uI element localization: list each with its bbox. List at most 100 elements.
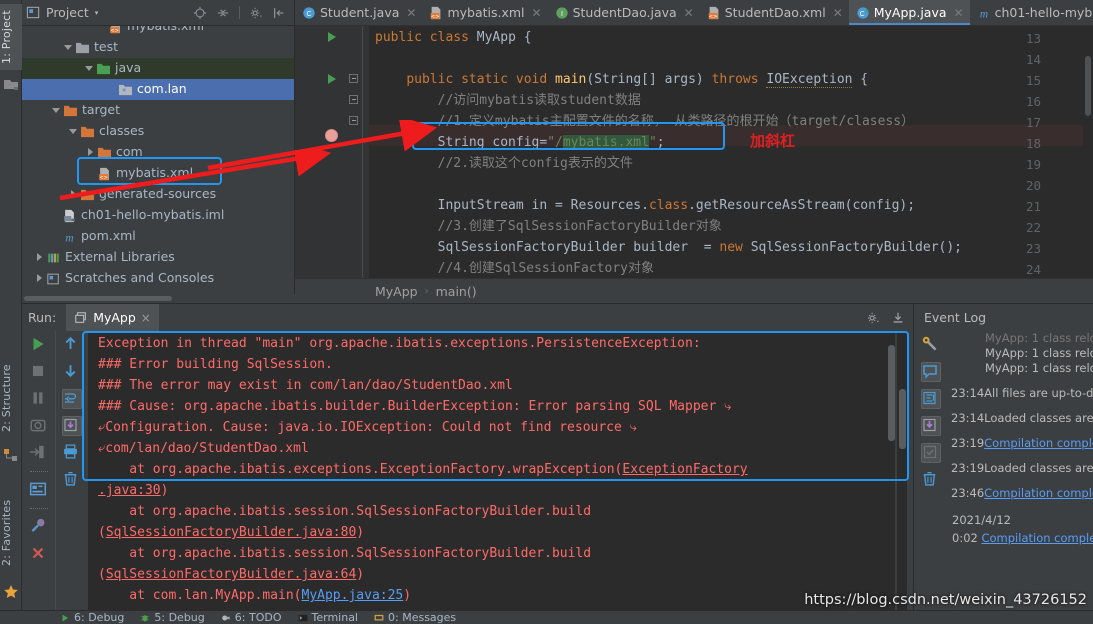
close-icon[interactable]: ✕ (406, 6, 416, 20)
editor-tab-mybatis-xml[interactable]: <> mybatis.xml ✕ (422, 0, 547, 25)
event-log-scrollbar-thumb[interactable] (888, 345, 895, 441)
close-icon[interactable]: ✕ (684, 6, 694, 20)
tree-item-scratches[interactable]: Scratches and Consoles (22, 268, 294, 289)
gear-icon[interactable] (249, 6, 263, 20)
editor-vscrollbar[interactable] (1083, 26, 1093, 278)
editor-tab-studentdao-java[interactable]: I StudentDao.java ✕ (548, 0, 700, 25)
sidebar-tab-project-label: 1: Project (0, 10, 13, 64)
settings-wrench-icon[interactable] (921, 335, 941, 355)
breakpoint-icon[interactable] (325, 129, 338, 142)
close-icon[interactable]: ✕ (954, 6, 964, 20)
status-item-debug-run[interactable]: 6: Debug (60, 611, 124, 624)
fold-marker-icon[interactable] (349, 95, 358, 104)
sidebar-tab-project[interactable]: 1: Project (0, 4, 22, 70)
stacktrace-link[interactable]: .java:30 (98, 483, 161, 498)
chevron-down-icon[interactable] (68, 126, 79, 137)
pause-icon[interactable] (29, 389, 49, 409)
editor-tab-studentdao-xml[interactable]: <> StudentDao.xml ✕ (700, 0, 849, 25)
stacktrace-link[interactable]: SqlSessionFactoryBuilder.java:64 (106, 567, 356, 582)
run-gutter-icon[interactable] (328, 74, 336, 84)
editor-tab-ch01-hello-mybatis[interactable]: m ch01-hello-mybatis ✕ (970, 0, 1093, 25)
interface-i-icon: I (555, 6, 568, 19)
sidebar-tab-structure[interactable]: 2: Structure (0, 355, 22, 441)
tree-item-com-lan[interactable]: com.lan (22, 79, 294, 100)
scroll-down-icon[interactable] (62, 362, 82, 382)
event-log-link[interactable]: Compilation complete (984, 436, 1093, 450)
event-log-list[interactable]: MyApp: 1 class reload MyApp: 1 class rel… (947, 331, 1093, 610)
status-item-debug[interactable]: 5: Debug (140, 611, 205, 624)
run-icon[interactable] (29, 335, 49, 355)
chevron-right-icon[interactable] (34, 273, 45, 284)
soft-wrap-icon[interactable] (62, 389, 82, 409)
tree-item-classes[interactable]: classes (22, 121, 294, 142)
tree-item-mybatis-xml[interactable]: <> mybatis.xml (22, 163, 294, 184)
fold-marker-icon[interactable] (349, 116, 358, 125)
tree-item-generated-sources[interactable]: generated-sources (22, 184, 294, 205)
scroll-up-icon[interactable] (62, 335, 82, 355)
tree-item-test[interactable]: test (22, 37, 294, 58)
stacktrace-link[interactable]: SqlSessionFactoryBuilder.java:80 (106, 525, 356, 540)
sidebar-tab-favorites[interactable]: 2: Favorites (0, 488, 22, 578)
tree-item-target[interactable]: target (22, 100, 294, 121)
status-item-terminal[interactable]: Terminal (298, 611, 358, 624)
scrollbar-thumb[interactable] (1085, 56, 1091, 116)
tree-item-external-libraries[interactable]: External Libraries (22, 247, 294, 268)
close-icon[interactable]: × (141, 311, 151, 325)
camera-icon[interactable] (29, 416, 49, 436)
hide-panel-icon[interactable] (891, 311, 905, 325)
hide-panel-icon[interactable] (272, 6, 286, 20)
console-output[interactable]: Exception in thread "main" org.apache.ib… (88, 331, 895, 610)
chevron-down-icon[interactable]: ▾ (95, 9, 99, 17)
balloon-icon[interactable] (920, 362, 941, 382)
code-line-16: //访问mybatis读取student数据 (375, 93, 641, 108)
rerun-icon[interactable] (29, 443, 49, 463)
console-icon[interactable] (29, 480, 49, 500)
thread-dump-icon[interactable] (29, 517, 49, 537)
tree-item-mybatis-xml-top[interactable]: <> mybatis.xml (22, 26, 294, 37)
chevron-down-icon[interactable] (63, 42, 74, 53)
editor-tab-myapp-java[interactable]: C MyApp.java ✕ (848, 0, 970, 25)
close-icon[interactable]: ✕ (833, 6, 843, 20)
checkbox-icon[interactable] (920, 443, 941, 463)
import-icon[interactable] (920, 416, 941, 436)
trash-icon[interactable] (62, 470, 82, 490)
locate-icon[interactable] (193, 6, 207, 20)
fold-marker-icon[interactable] (349, 74, 358, 83)
code-editor[interactable]: 13 14 15 16 17 18 19 20 21 22 23 24 25 2… (295, 26, 1093, 278)
tree-item-com[interactable]: com (22, 142, 294, 163)
tree-item-iml[interactable]: ch01-hello-mybatis.iml (22, 205, 294, 226)
breadcrumb-class[interactable]: MyApp (375, 284, 418, 299)
event-log-link[interactable]: Compilation complete (981, 531, 1093, 545)
breadcrumb-method[interactable]: main() (436, 284, 477, 299)
status-item-messages[interactable]: 0: Messages (374, 611, 456, 624)
console-vscrollbar[interactable] (897, 331, 907, 610)
tree-item-java[interactable]: java (22, 58, 294, 79)
editor-tab-student-java[interactable]: C Student.java ✕ (295, 0, 422, 25)
close-icon[interactable]: ✕ (532, 6, 542, 20)
gear-icon[interactable] (866, 311, 880, 325)
event-log-link[interactable]: Compilation complete (984, 486, 1093, 500)
collapse-all-icon[interactable] (216, 6, 230, 20)
run-tab-myapp[interactable]: MyApp × (66, 304, 159, 331)
chevron-down-icon[interactable] (84, 63, 95, 74)
project-tree-hscrollbar[interactable] (22, 294, 295, 303)
status-item-todo[interactable]: 6: TODO (221, 611, 282, 624)
chevron-right-icon[interactable] (68, 189, 79, 200)
project-tree[interactable]: <> mybatis.xml test java (22, 26, 294, 293)
editor-gutter[interactable] (295, 26, 369, 278)
run-gutter-icon[interactable] (328, 32, 336, 42)
print-icon[interactable] (62, 443, 82, 463)
stop-icon[interactable] (29, 362, 49, 382)
scroll-to-end-icon[interactable] (62, 416, 82, 436)
stacktrace-link-myapp[interactable]: MyApp.java:25 (302, 588, 404, 603)
tree-item-pom-xml[interactable]: m pom.xml (22, 226, 294, 247)
expand-icon[interactable] (920, 389, 941, 409)
trash-icon[interactable] (921, 470, 941, 490)
chevron-right-icon[interactable] (85, 147, 96, 158)
scrollbar-thumb[interactable] (24, 296, 172, 301)
chevron-right-icon[interactable] (34, 252, 45, 263)
stacktrace-link[interactable]: ExceptionFactory (622, 462, 747, 477)
close-icon[interactable] (29, 544, 49, 564)
chevron-down-icon[interactable] (51, 105, 62, 116)
scrollbar-thumb[interactable] (899, 389, 906, 449)
